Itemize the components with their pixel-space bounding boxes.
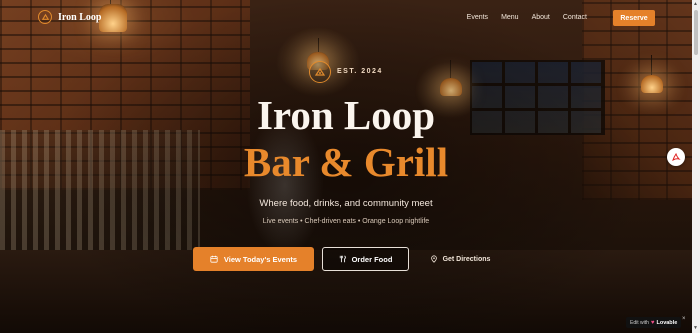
loop-icon: [38, 10, 52, 24]
calendar-icon: [210, 255, 218, 263]
badge-edit-label: Edit with: [630, 319, 649, 326]
order-food-label: Order Food: [351, 254, 393, 264]
scrollbar-thumb[interactable]: [694, 10, 698, 55]
main-nav: Events Menu About Contact: [467, 14, 587, 21]
brand-name: Iron Loop: [58, 11, 102, 23]
established-label: EST. 2024: [337, 68, 383, 75]
nav-item-contact[interactable]: Contact: [563, 14, 587, 21]
edit-with-lovable-badge[interactable]: Edit with ♥ Lovable: [626, 317, 682, 328]
hero-highlights: Live events • Chef-driven eats • Orange …: [262, 218, 430, 225]
hero-subtitle: Bar & Grill: [243, 139, 449, 185]
view-events-label: View Today's Events: [223, 254, 298, 264]
hero-title: Iron Loop: [256, 92, 436, 138]
map-pin-icon: [430, 255, 437, 263]
nav-item-about[interactable]: About: [532, 14, 550, 21]
utensils-icon: [339, 255, 346, 263]
brand-logo[interactable]: Iron Loop: [38, 10, 101, 24]
pdf-icon[interactable]: [667, 148, 685, 166]
hero-tagline: Where food, drinks, and community meet: [259, 198, 433, 209]
loop-emblem-icon: [309, 61, 331, 83]
get-directions-button[interactable]: Get Directions: [425, 247, 495, 271]
nav-item-menu[interactable]: Menu: [501, 14, 519, 21]
heart-icon: ♥: [650, 319, 655, 326]
nav-item-events[interactable]: Events: [467, 14, 488, 21]
get-directions-label: Get Directions: [442, 255, 491, 263]
badge-close-icon[interactable]: ×: [682, 316, 686, 322]
reserve-button[interactable]: Reserve: [613, 10, 655, 26]
hero-background: Iron Loop Events Menu About Contact Rese…: [0, 0, 692, 333]
order-food-button[interactable]: Order Food: [322, 247, 409, 271]
scroll-down-arrow-icon[interactable]: ▼: [693, 325, 698, 331]
scroll-up-arrow-icon[interactable]: ▲: [693, 1, 698, 7]
badge-brand-label: Lovable: [656, 319, 678, 326]
view-events-button[interactable]: View Today's Events: [193, 247, 314, 271]
